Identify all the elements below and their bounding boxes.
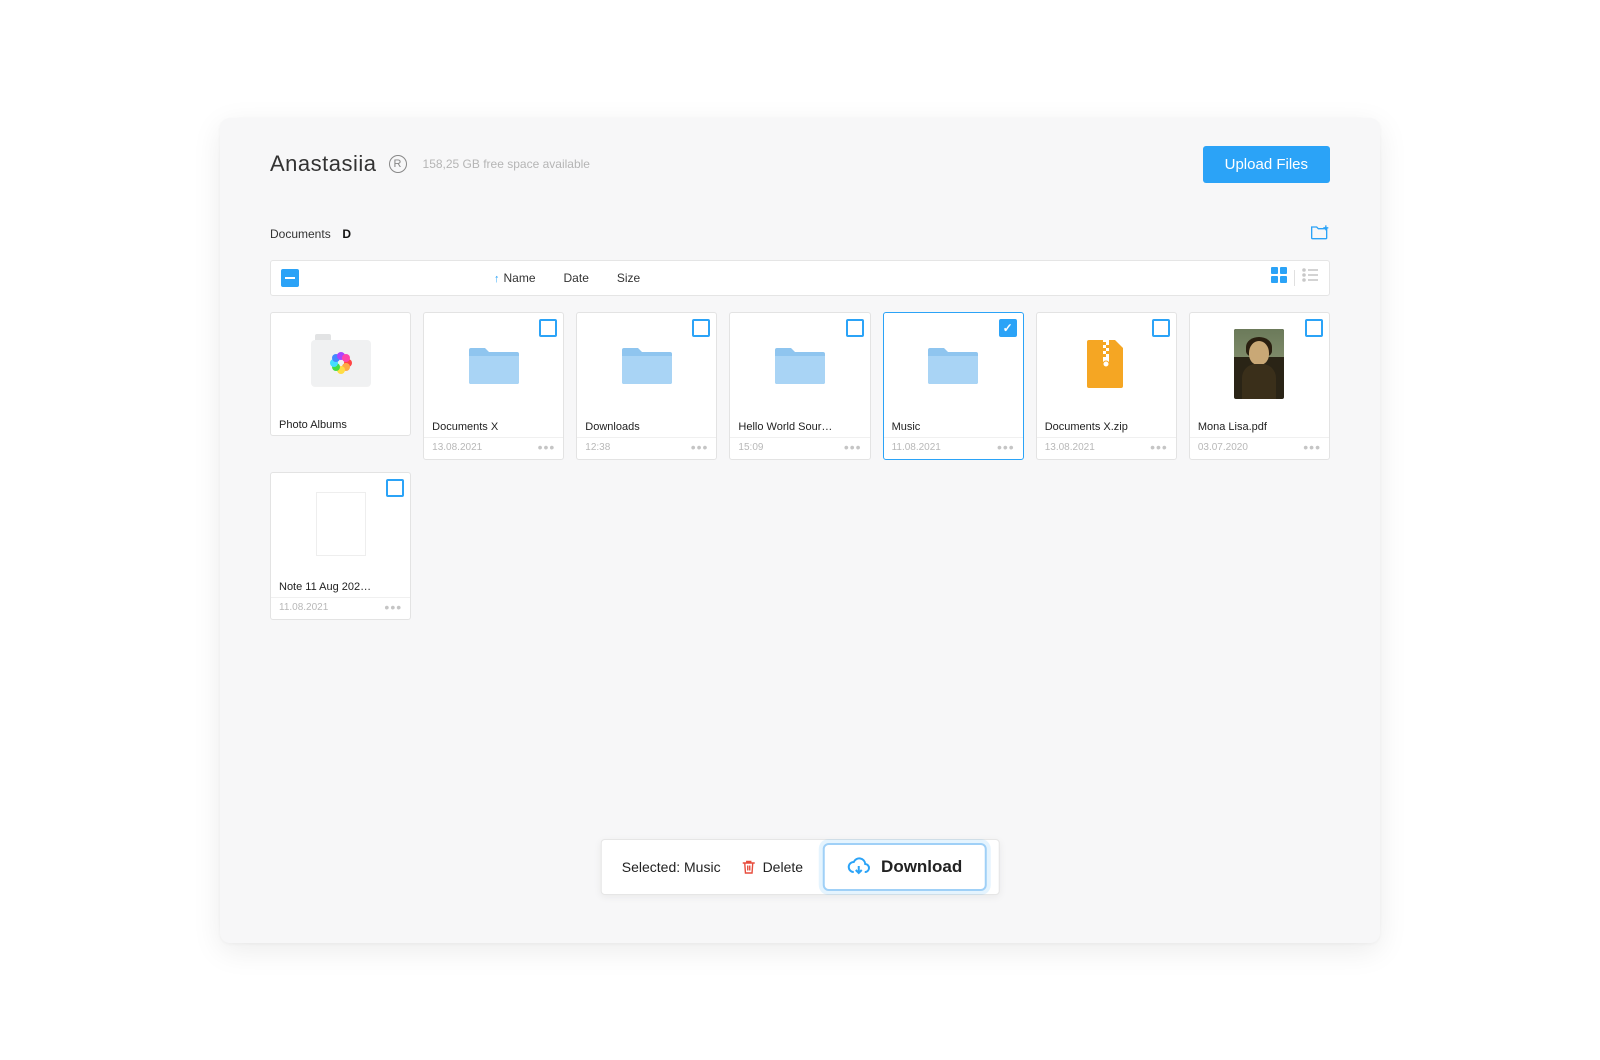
file-thumbnail bbox=[730, 313, 869, 415]
grid-view-icon[interactable] bbox=[1270, 266, 1288, 289]
more-icon[interactable]: ••• bbox=[844, 444, 862, 450]
sort-name[interactable]: ↑ Name bbox=[494, 271, 536, 285]
cloud-download-icon bbox=[847, 855, 871, 879]
list-view-icon[interactable] bbox=[1301, 266, 1319, 289]
column-header-bar: ↑ Name Date Size bbox=[270, 260, 1330, 296]
file-meta: 11.08.2021 bbox=[279, 602, 328, 613]
upload-files-button[interactable]: Upload Files bbox=[1203, 146, 1330, 183]
file-name: Documents X bbox=[424, 415, 563, 437]
file-thumbnail bbox=[271, 313, 410, 413]
breadcrumb-path: Documents bbox=[270, 227, 331, 241]
view-divider bbox=[1294, 270, 1295, 286]
column-headers: ↑ Name Date Size bbox=[494, 271, 640, 285]
sort-arrow-icon: ↑ bbox=[494, 273, 500, 285]
file-thumbnail bbox=[577, 313, 716, 415]
file-name: Documents X.zip bbox=[1037, 415, 1176, 437]
file-card[interactable]: Music 11.08.2021 ••• bbox=[883, 312, 1024, 460]
file-meta: 11.08.2021 bbox=[892, 442, 941, 453]
file-checkbox[interactable] bbox=[999, 319, 1017, 337]
download-label: Download bbox=[881, 857, 962, 877]
file-name: Music bbox=[884, 415, 1023, 437]
breadcrumb-badge-icon: D bbox=[339, 226, 355, 242]
selected-item-name: Music bbox=[684, 859, 721, 875]
file-thumbnail bbox=[1037, 313, 1176, 415]
app-window: Anastasiia R 158,25 GB free space availa… bbox=[220, 118, 1380, 943]
more-icon[interactable]: ••• bbox=[1150, 444, 1168, 450]
more-icon[interactable]: ••• bbox=[538, 444, 556, 450]
breadcrumb[interactable]: Documents D bbox=[270, 226, 355, 242]
brand-badge: R bbox=[389, 155, 407, 173]
file-checkbox[interactable] bbox=[846, 319, 864, 337]
file-card[interactable]: Photo Albums bbox=[270, 312, 411, 436]
delete-button[interactable]: Delete bbox=[741, 859, 803, 875]
file-card[interactable]: Note 11 Aug 202… 11.08.2021 ••• bbox=[270, 472, 411, 620]
selected-text: Selected: Music bbox=[622, 859, 721, 875]
header: Anastasiia R 158,25 GB free space availa… bbox=[270, 146, 1330, 183]
file-checkbox[interactable] bbox=[692, 319, 710, 337]
file-meta: 15:09 bbox=[738, 442, 763, 453]
file-checkbox[interactable] bbox=[386, 479, 404, 497]
file-meta: 12:38 bbox=[585, 442, 610, 453]
file-thumbnail bbox=[424, 313, 563, 415]
action-bar: Selected: Music Delete Download bbox=[601, 839, 1000, 895]
file-meta: 13.08.2021 bbox=[432, 442, 482, 453]
file-name: Downloads bbox=[577, 415, 716, 437]
download-button[interactable]: Download bbox=[823, 843, 986, 891]
file-checkbox[interactable] bbox=[1152, 319, 1170, 337]
file-name: Hello World Sour… bbox=[730, 415, 869, 437]
file-meta: 13.08.2021 bbox=[1045, 442, 1095, 453]
breadcrumb-row: Documents D bbox=[270, 223, 1330, 246]
file-checkbox[interactable] bbox=[539, 319, 557, 337]
more-icon[interactable]: ••• bbox=[691, 444, 709, 450]
selected-prefix: Selected: bbox=[622, 859, 684, 875]
file-thumbnail bbox=[884, 313, 1023, 415]
file-name: Mona Lisa.pdf bbox=[1190, 415, 1329, 437]
col-name-label: Name bbox=[504, 271, 536, 285]
file-name: Photo Albums bbox=[271, 413, 410, 435]
file-card[interactable]: Downloads 12:38 ••• bbox=[576, 312, 717, 460]
file-card[interactable]: Hello World Sour… 15:09 ••• bbox=[729, 312, 870, 460]
select-all-toggle[interactable] bbox=[281, 269, 299, 287]
user-name: Anastasiia bbox=[270, 151, 377, 177]
file-checkbox[interactable] bbox=[1305, 319, 1323, 337]
sort-date[interactable]: Date bbox=[564, 271, 589, 285]
new-folder-icon[interactable] bbox=[1310, 223, 1330, 246]
sort-size[interactable]: Size bbox=[617, 271, 640, 285]
file-card[interactable]: Mona Lisa.pdf 03.07.2020 ••• bbox=[1189, 312, 1330, 460]
delete-label: Delete bbox=[763, 859, 803, 875]
free-space-text: 158,25 GB free space available bbox=[423, 157, 590, 171]
file-name: Note 11 Aug 202… bbox=[271, 575, 410, 597]
view-toggle-group bbox=[1270, 266, 1319, 289]
more-icon[interactable]: ••• bbox=[1303, 444, 1321, 450]
file-card[interactable]: Documents X 13.08.2021 ••• bbox=[423, 312, 564, 460]
file-grid: Photo AlbumsDocuments X13.08.2021•••Down… bbox=[270, 312, 1330, 620]
trash-icon bbox=[741, 859, 757, 875]
file-meta: 03.07.2020 bbox=[1198, 442, 1248, 453]
more-icon[interactable]: ••• bbox=[997, 444, 1015, 450]
header-left: Anastasiia R 158,25 GB free space availa… bbox=[270, 151, 590, 177]
file-thumbnail bbox=[1190, 313, 1329, 415]
file-thumbnail bbox=[271, 473, 410, 575]
file-card[interactable]: Documents X.zip 13.08.2021 ••• bbox=[1036, 312, 1177, 460]
more-icon[interactable]: ••• bbox=[384, 604, 402, 610]
